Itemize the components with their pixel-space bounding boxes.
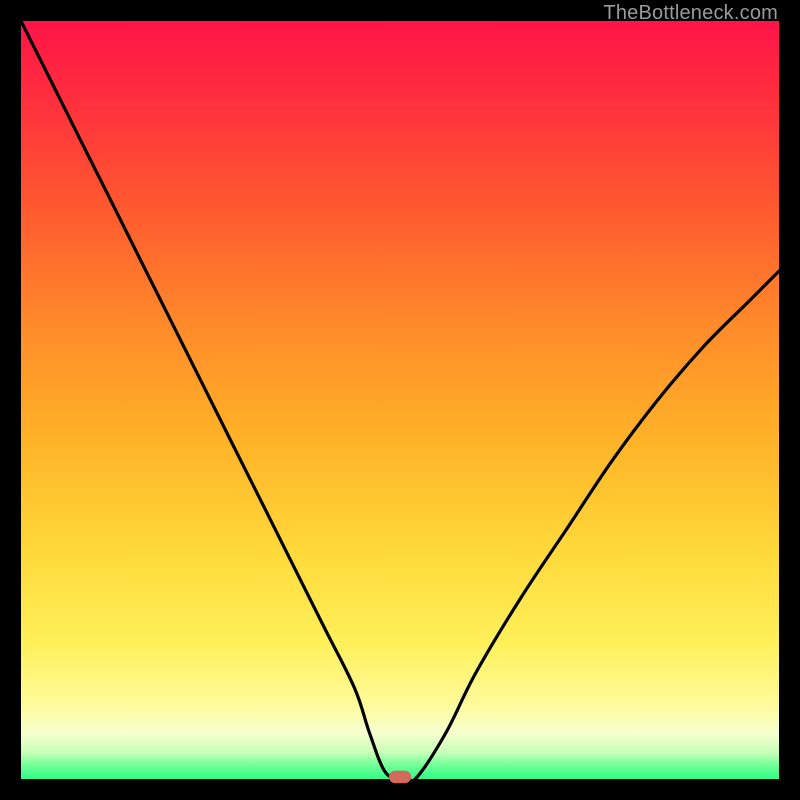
optimum-marker bbox=[389, 771, 411, 783]
watermark-text: TheBottleneck.com bbox=[603, 2, 778, 25]
plot-area bbox=[21, 21, 779, 779]
chart-frame: TheBottleneck.com bbox=[0, 0, 800, 800]
bottleneck-curve bbox=[21, 21, 779, 779]
curve-path bbox=[21, 21, 779, 783]
